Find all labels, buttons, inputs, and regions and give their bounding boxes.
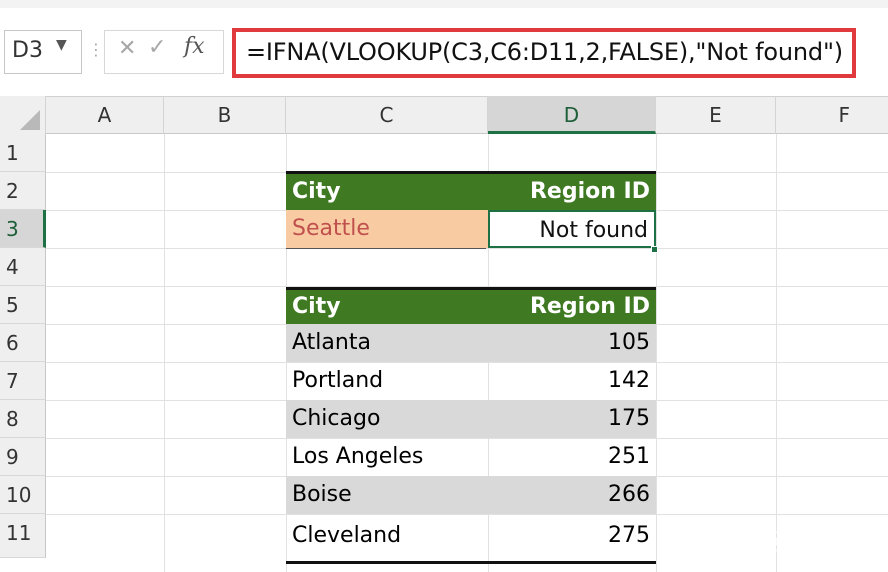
table-cell-city[interactable]: Los Angeles <box>286 438 488 476</box>
row-header-9[interactable]: 9 <box>0 438 46 476</box>
row-header-11[interactable]: 11 <box>0 514 46 558</box>
table-cell-city[interactable]: Chicago <box>286 400 488 438</box>
select-all-icon <box>20 110 40 130</box>
row-header-8[interactable]: 8 <box>0 400 46 438</box>
lookup-header-region[interactable]: Region ID <box>488 174 656 210</box>
drag-handle-icon[interactable]: ⋮ <box>88 40 104 59</box>
table-bottom-border <box>286 248 486 249</box>
grid-line <box>656 134 657 572</box>
table-cell-city[interactable]: Boise <box>286 476 488 514</box>
grid-line <box>776 134 777 572</box>
enter-check-icon[interactable]: ✓ <box>148 35 166 60</box>
column-header-f[interactable]: F <box>776 96 888 134</box>
cancel-icon[interactable]: ✕ <box>118 36 136 61</box>
table-cell-id[interactable]: 142 <box>488 362 656 400</box>
table-cell-city[interactable]: Portland <box>286 362 488 400</box>
row-header-2[interactable]: 2 <box>0 172 46 210</box>
table-cell-id[interactable]: 266 <box>488 476 656 514</box>
insert-function-icon[interactable]: fx <box>184 34 205 59</box>
data-header-region[interactable]: Region ID <box>488 290 656 324</box>
table-cell-city[interactable]: Atlanta <box>286 324 488 362</box>
table-cell-id[interactable]: 251 <box>488 438 656 476</box>
lookup-header-city[interactable]: City <box>286 174 488 210</box>
fill-handle[interactable] <box>651 246 658 253</box>
active-cell-d3[interactable]: Not found <box>488 210 656 248</box>
name-box-value: D3 <box>12 38 43 63</box>
chevron-down-icon[interactable]: ▼ <box>56 37 67 53</box>
grid-line <box>164 134 165 572</box>
row-header-5[interactable]: 5 <box>0 286 46 324</box>
data-header-city[interactable]: City <box>286 290 488 324</box>
column-header-d[interactable]: D <box>488 96 656 134</box>
watermark: 知乎 @伙伴云 <box>712 526 864 554</box>
ribbon-edge <box>0 0 888 8</box>
formula-text: =IFNA(VLOOKUP(C3,C6:D11,2,FALSE),"Not fo… <box>246 38 843 66</box>
row-header-3[interactable]: 3 <box>0 210 46 248</box>
row-header-4[interactable]: 4 <box>0 248 46 286</box>
table-cell-city[interactable]: Cleveland <box>286 514 488 558</box>
table-bottom-border <box>286 561 656 564</box>
table-cell-id[interactable]: 175 <box>488 400 656 438</box>
row-header-1[interactable]: 1 <box>0 134 46 172</box>
row-header-7[interactable]: 7 <box>0 362 46 400</box>
table-cell-id[interactable]: 105 <box>488 324 656 362</box>
column-header-a[interactable]: A <box>46 96 164 134</box>
row-header-10[interactable]: 10 <box>0 476 46 514</box>
column-header-b[interactable]: B <box>164 96 286 134</box>
row-header-6[interactable]: 6 <box>0 324 46 362</box>
lookup-input-city[interactable]: Seattle <box>286 210 488 248</box>
column-header-c[interactable]: C <box>286 96 488 134</box>
column-header-e[interactable]: E <box>656 96 776 134</box>
table-cell-id[interactable]: 275 <box>488 514 656 558</box>
